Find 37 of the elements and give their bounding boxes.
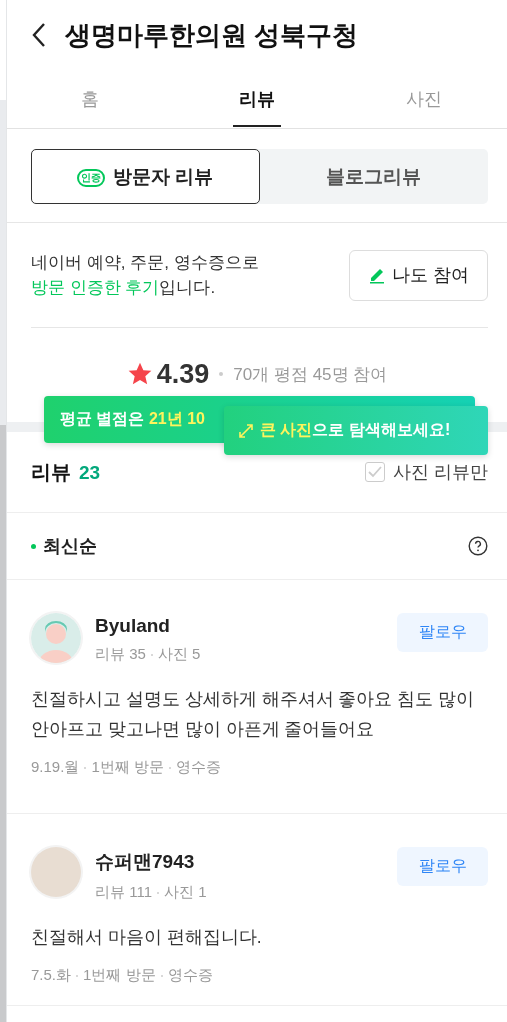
photo-review-checkbox[interactable]: 사진 리뷰만	[365, 460, 488, 484]
rating-score: 4.39	[156, 358, 210, 390]
expand-icon	[238, 422, 254, 439]
tab[interactable]: 리뷰	[233, 70, 281, 127]
reviewer-name: 슈퍼맨7943	[95, 850, 196, 874]
avatar-photo	[31, 847, 81, 897]
reviewer-name: Byuland	[95, 615, 171, 637]
avatar-silhouette	[31, 613, 81, 663]
sort-option[interactable]: 최신순	[31, 534, 97, 558]
review-type-tab[interactable]: 인증 방문자 리뷰	[31, 149, 260, 204]
notice-text: 네이버 예약, 주문, 영수증으로 방문 인증한 후기입니다.	[31, 252, 259, 299]
pencil-icon	[368, 266, 386, 284]
review-meta: 7.5.화	[31, 966, 72, 985]
help-icon[interactable]	[468, 536, 488, 556]
review-count: 23	[79, 461, 101, 484]
tooltip-text: 평균 별점은 21년 10	[60, 409, 205, 429]
review-meta: 영수증	[175, 758, 221, 777]
reviewer-stat: 리뷰 35	[95, 645, 146, 664]
star-icon	[126, 361, 153, 387]
review-meta: 영수증	[167, 966, 213, 985]
rating-summary-text: 70개 평점 45명 참여	[233, 363, 388, 386]
tooltip-text: 큰 사진으로 탐색해보세요!	[260, 420, 451, 440]
review-meta: 1번째 방문	[91, 758, 164, 777]
verified-badge: 인증	[77, 168, 106, 187]
reviewer-stat: 리뷰 111	[95, 883, 152, 902]
reviewer-stat: 사진 1	[163, 883, 207, 902]
review-text: 친절해서 마음이 편해집니다.	[31, 926, 263, 949]
review-type-tab[interactable]: 블로그리뷰	[259, 149, 488, 204]
back-icon[interactable]	[31, 22, 47, 48]
join-review-button[interactable]: 나도 참여	[349, 249, 488, 301]
page-title: 생명마루한의원 성북구청	[65, 18, 359, 52]
check-icon	[368, 466, 382, 478]
review-meta: 1번째 방문	[83, 966, 156, 985]
reviewer-stat: 사진 5	[157, 645, 201, 664]
review-meta: 9.19.월	[31, 758, 80, 777]
section-title: 리뷰	[31, 459, 71, 485]
review-text: 친절하시고 설명도 상세하게 해주셔서 좋아요 침도 많이 안아프고 맞고나면 많이 아픈게 줄어들어요	[31, 688, 476, 741]
